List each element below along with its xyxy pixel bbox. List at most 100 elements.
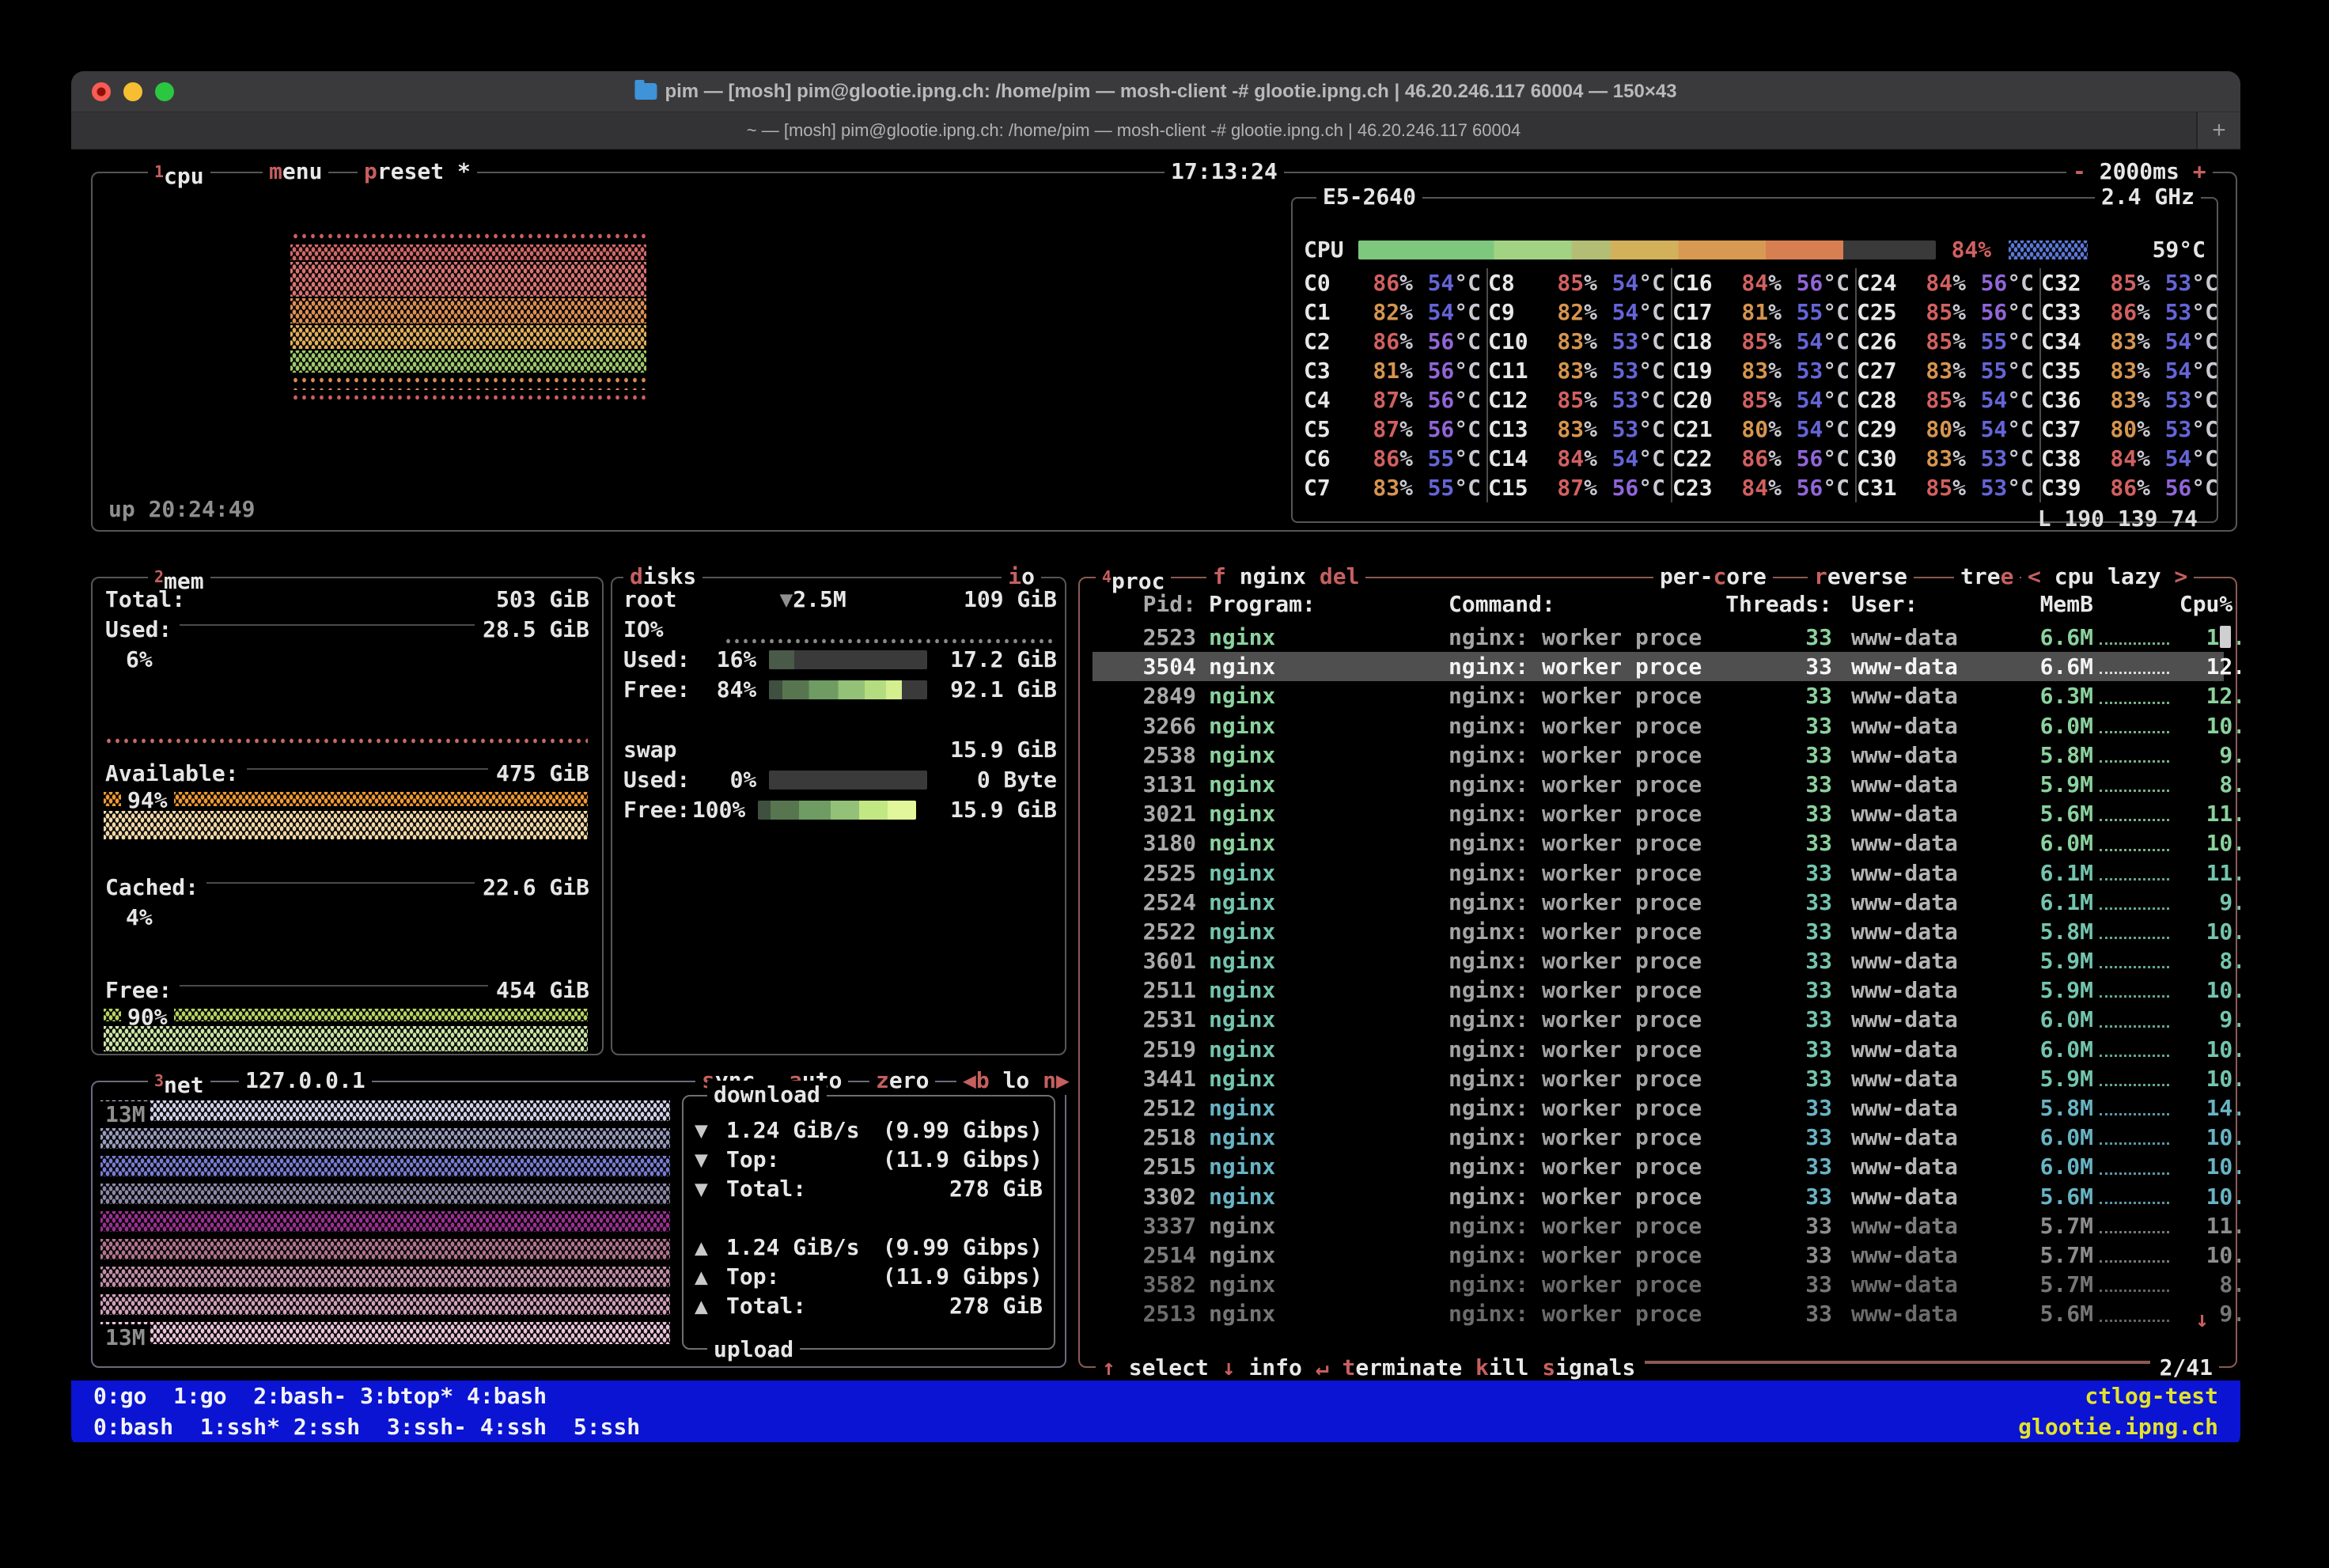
process-row[interactable]: 2523nginxnginx: worker proce33www-data6.… [1093,623,2224,652]
process-row[interactable]: 3021nginxnginx: worker proce33www-data5.… [1093,799,2224,828]
core-stat: C3683%53°C [2041,385,2221,415]
scroll-down-arrow[interactable]: ↓ [2195,1306,2209,1332]
process-row[interactable]: 2531nginxnginx: worker proce33www-data6.… [1093,1005,2224,1034]
titlebar: pim — [mosh] pim@glootie.ipng.ch: /home/… [71,71,2240,112]
net-scale-top-label: 13M [100,1101,150,1127]
process-row[interactable]: 2538nginxnginx: worker proce33www-data5.… [1093,740,2224,770]
upload-stats: ▲1.24 GiB/s(9.99 Gibps)▲Top:(11.9 Gibps)… [684,1233,1054,1320]
sort-column[interactable]: Cpu% ↑ [2172,589,2240,619]
mem-total-label: Total: [105,585,185,614]
process-row[interactable]: 3180nginxnginx: worker proce33www-data6.… [1093,828,2224,858]
process-row[interactable]: 2518nginxnginx: worker proce33www-data6.… [1093,1123,2224,1152]
core-stat: C2085%54°C [1672,385,1850,415]
net-zero-button[interactable]: zero [869,1066,935,1095]
proc-scrollbar-thumb[interactable] [2220,626,2231,648]
preset-button[interactable]: preset * [358,157,477,186]
sort-selector[interactable]: < cpu lazy > [2021,562,2194,591]
process-row[interactable]: 3337nginxnginx: worker proce33www-data5.… [1093,1211,2224,1240]
tree-toggle[interactable]: tree [1954,562,2020,591]
update-interval-control[interactable]: - 2000ms + [2066,157,2213,186]
mem-available-graph [104,792,588,806]
tab-bar: ~ — [mosh] pim@glootie.ipng.ch: /home/pi… [71,112,2240,150]
net-speed-box: download upload ▼1.24 GiB/s(9.99 Gibps)▼… [682,1095,1055,1350]
process-row[interactable]: 2519nginxnginx: worker proce33www-data6.… [1093,1035,2224,1064]
core-stat: C1285%53°C [1488,385,1666,415]
mem-used-pct: 6% [126,645,153,674]
process-row[interactable]: 2522nginxnginx: worker proce33www-data5.… [1093,917,2224,946]
menu-button[interactable]: menu [263,157,328,186]
disk-root-free-value: 92.1 GiB [950,675,1057,704]
mem-free-graph [104,1009,588,1021]
cpu-graph-band [290,262,646,297]
core-stat: C2783%55°C [1857,356,2035,385]
mem-total-value: 503 GiB [496,585,589,614]
disk-root-used-value: 17.2 GiB [950,645,1057,674]
core-stat: C885%54°C [1488,268,1666,297]
process-row[interactable]: 2524nginxnginx: worker proce33www-data6.… [1093,888,2224,917]
mem-available-graph-low [104,811,588,839]
core-stat: C1983%53°C [1672,356,1850,385]
per-core-toggle[interactable]: per-core [1653,562,1773,591]
disk-root-used-pct: 16% [690,645,756,674]
core-stat: C1484%54°C [1488,444,1666,473]
process-row[interactable]: 3131nginxnginx: worker proce33www-data5.… [1093,770,2224,799]
tmux-outer-session: ctlog-test [2085,1381,2218,1411]
zoom-button[interactable] [155,82,174,101]
disk-root-used-label: Used: [623,645,690,674]
tmux-outer-windows[interactable]: 0:go 1:go 2:bash- 3:btop* 4:bash [93,1381,547,1411]
minimize-button[interactable] [123,82,142,101]
cpu-graph-band [290,350,646,373]
disk-swap-used-meter [769,771,927,790]
reverse-toggle[interactable]: reverse [1808,562,1914,591]
proc-actions[interactable]: ↑ select ↓ info ↵ terminate kill signals [1102,1354,1635,1382]
process-row-selected[interactable]: 3504nginxnginx: worker proce33www-data6.… [1093,652,2224,681]
process-row[interactable]: 2512nginxnginx: worker proce33www-data5.… [1093,1093,2224,1123]
disks-box: disks io root ▼▼2.5M2.5M 109 GiB IO% Use… [611,577,1066,1055]
proc-filter[interactable]: f nginx del [1206,562,1365,591]
download-title: download [707,1081,827,1109]
core-stat: C2180%54°C [1672,415,1850,444]
net-graph-band [100,1239,670,1259]
process-row[interactable]: 3441nginxnginx: worker proce33www-data5.… [1093,1064,2224,1093]
tmux-inner-windows[interactable]: 0:bash 1:ssh* 2:ssh 3:ssh- 4:ssh 5:ssh [93,1411,640,1442]
net-box: 3net 127.0.0.1 sync auto zero ◀b lo n▶ 1… [91,1081,1066,1368]
process-list: 2523nginxnginx: worker proce33www-data6.… [1093,623,2224,1329]
disk-swap-free-value: 15.9 GiB [950,795,1057,824]
process-row[interactable]: 2511nginxnginx: worker proce33www-data5.… [1093,975,2224,1005]
download-stat-row: ▼Top:(11.9 Gibps) [684,1145,1054,1174]
cpu-box: 1cpu menu preset * 17:13:24 - 2000ms + u… [91,172,2237,532]
new-tab-button[interactable]: + [2196,112,2240,149]
net-graph-band [100,1128,670,1149]
core-column: C885%54°CC982%54°CC1083%53°CC1183%53°CC1… [1488,268,1672,502]
core-stat: C381%56°C [1304,356,1482,385]
proc-box: 4proc f nginx del per-core reverse tree … [1078,577,2237,1368]
process-row[interactable]: 3582nginxnginx: worker proce33www-data5.… [1093,1270,2224,1299]
net-interface-switcher[interactable]: ◀b lo n▶ [956,1066,1076,1095]
clock: 17:13:24 [1164,157,1284,186]
process-row[interactable]: 3266nginxnginx: worker proce33www-data6.… [1093,711,2224,740]
mem-cached-pct: 4% [126,903,153,932]
window-title-text: pim — [mosh] pim@glootie.ipng.ch: /home/… [665,81,1676,103]
process-row[interactable]: 3302nginxnginx: worker proce33www-data5.… [1093,1182,2224,1211]
core-stat: C3483%54°C [2041,327,2221,356]
process-row[interactable]: 2525nginxnginx: worker proce33www-data6.… [1093,858,2224,888]
process-row[interactable]: 2849nginxnginx: worker proce33www-data6.… [1093,681,2224,710]
mem-free-value: 454 GiB [496,975,589,1005]
core-stat: C1684%56°C [1672,268,1850,297]
core-stat: C686%55°C [1304,444,1482,473]
disk-swap-free-label: Free: [623,795,690,824]
process-row[interactable]: 2513nginxnginx: worker proce33www-data5.… [1093,1299,2224,1328]
net-interface-label: 127.0.0.1 [239,1066,372,1095]
terminal-content: 1cpu menu preset * 17:13:24 - 2000ms + u… [71,150,2240,1447]
disk-root-label: root [623,585,676,614]
core-stat: C1183%53°C [1488,356,1666,385]
tmux-status-bar: 0:go 1:go 2:bash- 3:btop* 4:bash ctlog-t… [71,1381,2240,1442]
process-row[interactable]: 2514nginxnginx: worker proce33www-data5.… [1093,1240,2224,1270]
process-row[interactable]: 3601nginxnginx: worker proce33www-data5.… [1093,946,2224,975]
tab-active[interactable]: ~ — [mosh] pim@glootie.ipng.ch: /home/pi… [71,112,2196,149]
core-stat: C2286%56°C [1672,444,1850,473]
close-button[interactable] [92,82,111,101]
core-stat: C3285%53°C [2041,268,2221,297]
process-row[interactable]: 2515nginxnginx: worker proce33www-data6.… [1093,1152,2224,1181]
mem-available-value: 475 GiB [496,759,589,788]
